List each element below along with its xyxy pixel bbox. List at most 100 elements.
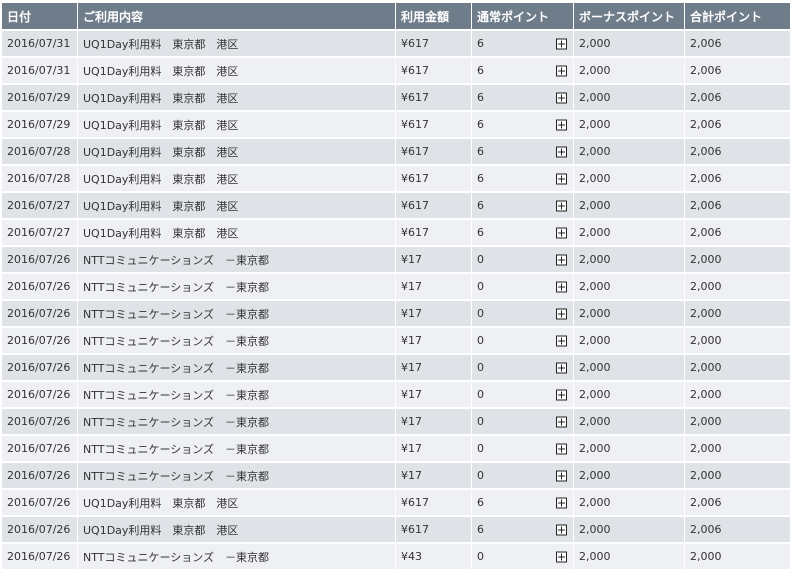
table-row: 2016/07/26 UQ1Day利用料 東京都 港区 ¥617 6 2,000 2,00… [2, 517, 790, 544]
expand-plus-icon[interactable] [556, 119, 567, 130]
date-cell: 2016/07/26 [2, 517, 78, 544]
header-amount: 利用金額 [396, 3, 472, 31]
normal-points-cell: 0 [472, 355, 574, 382]
date-cell: 2016/07/26 [2, 544, 78, 571]
description-cell: UQ1Day利用料 東京都 港区 [78, 517, 396, 544]
normal-points-cell: 0 [472, 409, 574, 436]
header-description: ご利用内容 [78, 3, 396, 31]
normal-points-value: 0 [477, 334, 484, 347]
description-cell: UQ1Day利用料 東京都 港区 [78, 166, 396, 193]
expand-plus-icon[interactable] [556, 551, 567, 562]
expand-plus-icon[interactable] [556, 470, 567, 481]
bonus-points-cell: 2,000 [574, 247, 685, 274]
header-total-points: 合計ポイント [685, 3, 790, 31]
normal-points-value: 6 [477, 118, 484, 131]
normal-points-cell: 0 [472, 328, 574, 355]
description-cell: NTTコミュニケーションズ －東京都 [78, 355, 396, 382]
normal-points-value: 6 [477, 91, 484, 104]
description-cell: UQ1Day利用料 東京都 港区 [78, 85, 396, 112]
table-row: 2016/07/27 UQ1Day利用料 東京都 港区 ¥617 6 2,000 2,00… [2, 220, 790, 247]
total-points-cell: 2,006 [685, 139, 790, 166]
bonus-points-cell: 2,000 [574, 517, 685, 544]
normal-points-cell: 6 [472, 220, 574, 247]
normal-points-cell: 6 [472, 193, 574, 220]
normal-points-value: 6 [477, 496, 484, 509]
description-cell: UQ1Day利用料 東京都 港区 [78, 193, 396, 220]
normal-points-value: 6 [477, 226, 484, 239]
expand-plus-icon[interactable] [556, 173, 567, 184]
total-points-cell: 2,000 [685, 382, 790, 409]
expand-plus-icon[interactable] [556, 146, 567, 157]
expand-plus-icon[interactable] [556, 254, 567, 265]
normal-points-cell: 6 [472, 31, 574, 58]
normal-points-cell: 6 [472, 58, 574, 85]
total-points-cell: 2,006 [685, 58, 790, 85]
description-cell: NTTコミュニケーションズ －東京都 [78, 328, 396, 355]
expand-plus-icon[interactable] [556, 362, 567, 373]
expand-plus-icon[interactable] [556, 389, 567, 400]
table-body: 2016/07/31 UQ1Day利用料 東京都 港区 ¥617 6 2,000 2,00… [2, 31, 790, 571]
normal-points-value: 0 [477, 253, 484, 266]
expand-plus-icon[interactable] [556, 335, 567, 346]
normal-points-value: 0 [477, 280, 484, 293]
table-row: 2016/07/31 UQ1Day利用料 東京都 港区 ¥617 6 2,000 2,00… [2, 31, 790, 58]
expand-plus-icon[interactable] [556, 65, 567, 76]
date-cell: 2016/07/31 [2, 31, 78, 58]
total-points-cell: 2,006 [685, 31, 790, 58]
date-cell: 2016/07/26 [2, 247, 78, 274]
table-row: 2016/07/26 NTTコミュニケーションズ －東京都 ¥17 0 2,000 2,0… [2, 328, 790, 355]
bonus-points-cell: 2,000 [574, 112, 685, 139]
date-cell: 2016/07/26 [2, 328, 78, 355]
amount-cell: ¥17 [396, 328, 472, 355]
total-points-cell: 2,000 [685, 544, 790, 571]
bonus-points-cell: 2,000 [574, 58, 685, 85]
description-cell: UQ1Day利用料 東京都 港区 [78, 139, 396, 166]
description-cell: NTTコミュニケーションズ －東京都 [78, 247, 396, 274]
description-cell: UQ1Day利用料 東京都 港区 [78, 112, 396, 139]
normal-points-value: 0 [477, 388, 484, 401]
table-row: 2016/07/26 UQ1Day利用料 東京都 港区 ¥617 6 2,000 2,00… [2, 490, 790, 517]
normal-points-value: 6 [477, 145, 484, 158]
expand-plus-icon[interactable] [556, 416, 567, 427]
amount-cell: ¥17 [396, 247, 472, 274]
normal-points-cell: 6 [472, 139, 574, 166]
table-row: 2016/07/28 UQ1Day利用料 東京都 港区 ¥617 6 2,000 2,00… [2, 166, 790, 193]
bonus-points-cell: 2,000 [574, 328, 685, 355]
date-cell: 2016/07/27 [2, 193, 78, 220]
total-points-cell: 2,000 [685, 301, 790, 328]
expand-plus-icon[interactable] [556, 92, 567, 103]
expand-plus-icon[interactable] [556, 227, 567, 238]
date-cell: 2016/07/29 [2, 112, 78, 139]
total-points-cell: 2,000 [685, 436, 790, 463]
table-row: 2016/07/29 UQ1Day利用料 東京都 港区 ¥617 6 2,000 2,00… [2, 112, 790, 139]
expand-plus-icon[interactable] [556, 308, 567, 319]
bonus-points-cell: 2,000 [574, 355, 685, 382]
table-row: 2016/07/26 NTTコミュニケーションズ －東京都 ¥17 0 2,000 2,0… [2, 355, 790, 382]
normal-points-cell: 0 [472, 382, 574, 409]
expand-plus-icon[interactable] [556, 38, 567, 49]
bonus-points-cell: 2,000 [574, 274, 685, 301]
date-cell: 2016/07/26 [2, 355, 78, 382]
expand-plus-icon[interactable] [556, 497, 567, 508]
date-cell: 2016/07/26 [2, 490, 78, 517]
expand-plus-icon[interactable] [556, 200, 567, 211]
normal-points-value: 6 [477, 199, 484, 212]
amount-cell: ¥617 [396, 85, 472, 112]
normal-points-value: 6 [477, 523, 484, 536]
description-cell: NTTコミュニケーションズ －東京都 [78, 274, 396, 301]
normal-points-value: 0 [477, 469, 484, 482]
amount-cell: ¥17 [396, 274, 472, 301]
date-cell: 2016/07/26 [2, 463, 78, 490]
expand-plus-icon[interactable] [556, 443, 567, 454]
amount-cell: ¥617 [396, 58, 472, 85]
normal-points-value: 6 [477, 64, 484, 77]
bonus-points-cell: 2,000 [574, 220, 685, 247]
total-points-cell: 2,006 [685, 490, 790, 517]
expand-plus-icon[interactable] [556, 524, 567, 535]
expand-plus-icon[interactable] [556, 281, 567, 292]
total-points-cell: 2,000 [685, 274, 790, 301]
amount-cell: ¥617 [396, 517, 472, 544]
usage-history-table: 日付 ご利用内容 利用金額 通常ポイント ボーナスポイント 合計ポイント 201… [2, 3, 790, 571]
bonus-points-cell: 2,000 [574, 166, 685, 193]
total-points-cell: 2,006 [685, 166, 790, 193]
